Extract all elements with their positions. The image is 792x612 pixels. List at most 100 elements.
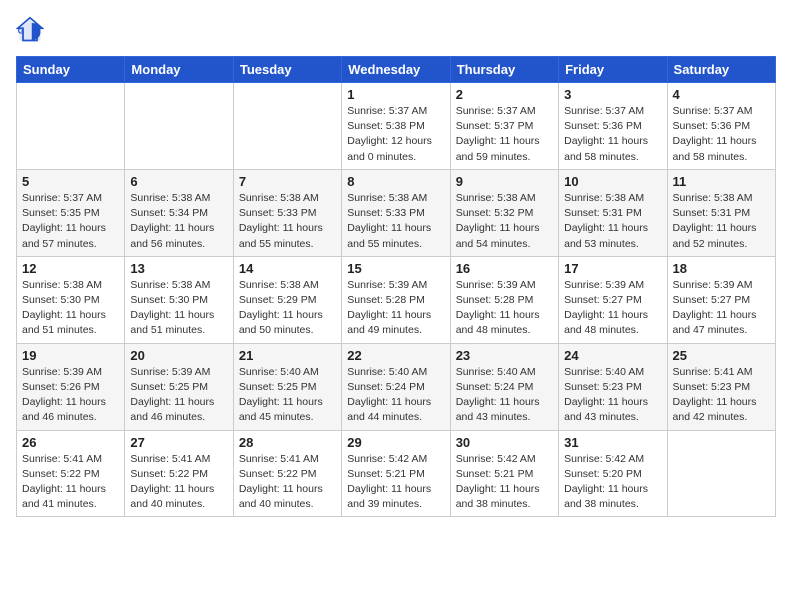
- day-number: 21: [239, 348, 336, 363]
- calendar-body: 1Sunrise: 5:37 AMSunset: 5:38 PMDaylight…: [17, 83, 776, 517]
- day-info: Sunrise: 5:38 AMSunset: 5:34 PMDaylight:…: [130, 191, 227, 252]
- day-info: Sunrise: 5:37 AMSunset: 5:36 PMDaylight:…: [673, 104, 770, 165]
- calendar-cell: [125, 83, 233, 170]
- day-number: 28: [239, 435, 336, 450]
- calendar-cell: 5 Sunrise: 5:37 AMSunset: 5:35 PMDaylight…: [17, 169, 125, 256]
- day-info: Sunrise: 5:42 AMSunset: 5:20 PMDaylight:…: [564, 452, 661, 513]
- day-info: Sunrise: 5:37 AMSunset: 5:36 PMDaylight:…: [564, 104, 661, 165]
- day-number: 4: [673, 87, 770, 102]
- day-number: 17: [564, 261, 661, 276]
- day-info: Sunrise: 5:38 AMSunset: 5:33 PMDaylight:…: [239, 191, 336, 252]
- day-number: 30: [456, 435, 553, 450]
- calendar-cell: 15 Sunrise: 5:39 AMSunset: 5:28 PMDayligh…: [342, 256, 450, 343]
- calendar-cell: 10Sunrise: 5:38 AMSunset: 5:31 PMDayligh…: [559, 169, 667, 256]
- calendar-cell: 3 Sunrise: 5:37 AMSunset: 5:36 PMDaylight…: [559, 83, 667, 170]
- day-number: 11: [673, 174, 770, 189]
- logo: G: [16, 16, 48, 44]
- svg-text:G: G: [18, 27, 24, 36]
- day-number: 31: [564, 435, 661, 450]
- weekday-header-sunday: Sunday: [17, 57, 125, 83]
- calendar-cell: 19 Sunrise: 5:39 AMSunset: 5:26 PMDayligh…: [17, 343, 125, 430]
- day-number: 27: [130, 435, 227, 450]
- day-info: Sunrise: 5:40 AMSunset: 5:25 PMDaylight:…: [239, 365, 336, 426]
- calendar-cell: 23Sunrise: 5:40 AMSunset: 5:24 PMDayligh…: [450, 343, 558, 430]
- calendar-cell: [233, 83, 341, 170]
- day-number: 26: [22, 435, 119, 450]
- calendar-cell: 26 Sunrise: 5:41 AMSunset: 5:22 PMDayligh…: [17, 430, 125, 517]
- day-number: 19: [22, 348, 119, 363]
- day-info: Sunrise: 5:38 AMSunset: 5:31 PMDaylight:…: [673, 191, 770, 252]
- weekday-header-row: SundayMondayTuesdayWednesdayThursdayFrid…: [17, 57, 776, 83]
- day-info: Sunrise: 5:42 AMSunset: 5:21 PMDaylight:…: [347, 452, 444, 513]
- calendar-cell: 30 Sunrise: 5:42 AMSunset: 5:21 PMDayligh…: [450, 430, 558, 517]
- day-number: 15: [347, 261, 444, 276]
- day-number: 20: [130, 348, 227, 363]
- calendar-cell: 8 Sunrise: 5:38 AMSunset: 5:33 PMDaylight…: [342, 169, 450, 256]
- day-info: Sunrise: 5:42 AMSunset: 5:21 PMDaylight:…: [456, 452, 553, 513]
- day-info: Sunrise: 5:41 AMSunset: 5:22 PMDaylight:…: [130, 452, 227, 513]
- day-number: 2: [456, 87, 553, 102]
- day-info: Sunrise: 5:41 AMSunset: 5:23 PMDaylight:…: [673, 365, 770, 426]
- day-info: Sunrise: 5:37 AMSunset: 5:37 PMDaylight:…: [456, 104, 553, 165]
- day-info: Sunrise: 5:39 AMSunset: 5:25 PMDaylight:…: [130, 365, 227, 426]
- day-number: 10: [564, 174, 661, 189]
- day-info: Sunrise: 5:38 AMSunset: 5:30 PMDaylight:…: [22, 278, 119, 339]
- page-header: G: [16, 16, 776, 44]
- day-number: 5: [22, 174, 119, 189]
- day-number: 14: [239, 261, 336, 276]
- day-number: 18: [673, 261, 770, 276]
- weekday-header-thursday: Thursday: [450, 57, 558, 83]
- weekday-header-monday: Monday: [125, 57, 233, 83]
- day-info: Sunrise: 5:39 AMSunset: 5:28 PMDaylight:…: [456, 278, 553, 339]
- calendar-cell: 17 Sunrise: 5:39 AMSunset: 5:27 PMDayligh…: [559, 256, 667, 343]
- day-info: Sunrise: 5:39 AMSunset: 5:27 PMDaylight:…: [673, 278, 770, 339]
- day-info: Sunrise: 5:39 AMSunset: 5:28 PMDaylight:…: [347, 278, 444, 339]
- day-info: Sunrise: 5:39 AMSunset: 5:26 PMDaylight:…: [22, 365, 119, 426]
- day-number: 22: [347, 348, 444, 363]
- calendar-week-1: 1Sunrise: 5:37 AMSunset: 5:38 PMDaylight…: [17, 83, 776, 170]
- calendar-cell: 31 Sunrise: 5:42 AMSunset: 5:20 PMDayligh…: [559, 430, 667, 517]
- calendar-cell: [667, 430, 775, 517]
- day-number: 9: [456, 174, 553, 189]
- day-info: Sunrise: 5:38 AMSunset: 5:32 PMDaylight:…: [456, 191, 553, 252]
- weekday-header-wednesday: Wednesday: [342, 57, 450, 83]
- day-number: 13: [130, 261, 227, 276]
- day-number: 3: [564, 87, 661, 102]
- calendar-cell: 9 Sunrise: 5:38 AMSunset: 5:32 PMDaylight…: [450, 169, 558, 256]
- calendar-cell: 27 Sunrise: 5:41 AMSunset: 5:22 PMDayligh…: [125, 430, 233, 517]
- weekday-header-tuesday: Tuesday: [233, 57, 341, 83]
- calendar-week-3: 12 Sunrise: 5:38 AMSunset: 5:30 PMDayligh…: [17, 256, 776, 343]
- day-info: Sunrise: 5:37 AMSunset: 5:35 PMDaylight:…: [22, 191, 119, 252]
- calendar-cell: 24Sunrise: 5:40 AMSunset: 5:23 PMDayligh…: [559, 343, 667, 430]
- day-info: Sunrise: 5:38 AMSunset: 5:33 PMDaylight:…: [347, 191, 444, 252]
- day-number: 7: [239, 174, 336, 189]
- day-number: 12: [22, 261, 119, 276]
- weekday-header-saturday: Saturday: [667, 57, 775, 83]
- calendar-cell: 12 Sunrise: 5:38 AMSunset: 5:30 PMDayligh…: [17, 256, 125, 343]
- calendar-cell: 21 Sunrise: 5:40 AMSunset: 5:25 PMDayligh…: [233, 343, 341, 430]
- calendar-week-5: 26 Sunrise: 5:41 AMSunset: 5:22 PMDayligh…: [17, 430, 776, 517]
- calendar-cell: [17, 83, 125, 170]
- calendar-cell: 20 Sunrise: 5:39 AMSunset: 5:25 PMDayligh…: [125, 343, 233, 430]
- day-info: Sunrise: 5:37 AMSunset: 5:38 PMDaylight:…: [347, 104, 444, 165]
- day-number: 8: [347, 174, 444, 189]
- calendar-cell: 2 Sunrise: 5:37 AMSunset: 5:37 PMDaylight…: [450, 83, 558, 170]
- day-info: Sunrise: 5:38 AMSunset: 5:29 PMDaylight:…: [239, 278, 336, 339]
- day-info: Sunrise: 5:41 AMSunset: 5:22 PMDaylight:…: [22, 452, 119, 513]
- calendar-cell: 6Sunrise: 5:38 AMSunset: 5:34 PMDaylight…: [125, 169, 233, 256]
- day-number: 23: [456, 348, 553, 363]
- calendar-cell: 11 Sunrise: 5:38 AMSunset: 5:31 PMDayligh…: [667, 169, 775, 256]
- calendar-cell: 22Sunrise: 5:40 AMSunset: 5:24 PMDayligh…: [342, 343, 450, 430]
- day-info: Sunrise: 5:38 AMSunset: 5:30 PMDaylight:…: [130, 278, 227, 339]
- weekday-header-friday: Friday: [559, 57, 667, 83]
- day-info: Sunrise: 5:41 AMSunset: 5:22 PMDaylight:…: [239, 452, 336, 513]
- day-number: 16: [456, 261, 553, 276]
- calendar-cell: 14 Sunrise: 5:38 AMSunset: 5:29 PMDayligh…: [233, 256, 341, 343]
- calendar-cell: 1Sunrise: 5:37 AMSunset: 5:38 PMDaylight…: [342, 83, 450, 170]
- calendar-header: SundayMondayTuesdayWednesdayThursdayFrid…: [17, 57, 776, 83]
- day-info: Sunrise: 5:39 AMSunset: 5:27 PMDaylight:…: [564, 278, 661, 339]
- calendar-table: SundayMondayTuesdayWednesdayThursdayFrid…: [16, 56, 776, 517]
- calendar-week-4: 19 Sunrise: 5:39 AMSunset: 5:26 PMDayligh…: [17, 343, 776, 430]
- calendar-cell: 18 Sunrise: 5:39 AMSunset: 5:27 PMDayligh…: [667, 256, 775, 343]
- day-number: 24: [564, 348, 661, 363]
